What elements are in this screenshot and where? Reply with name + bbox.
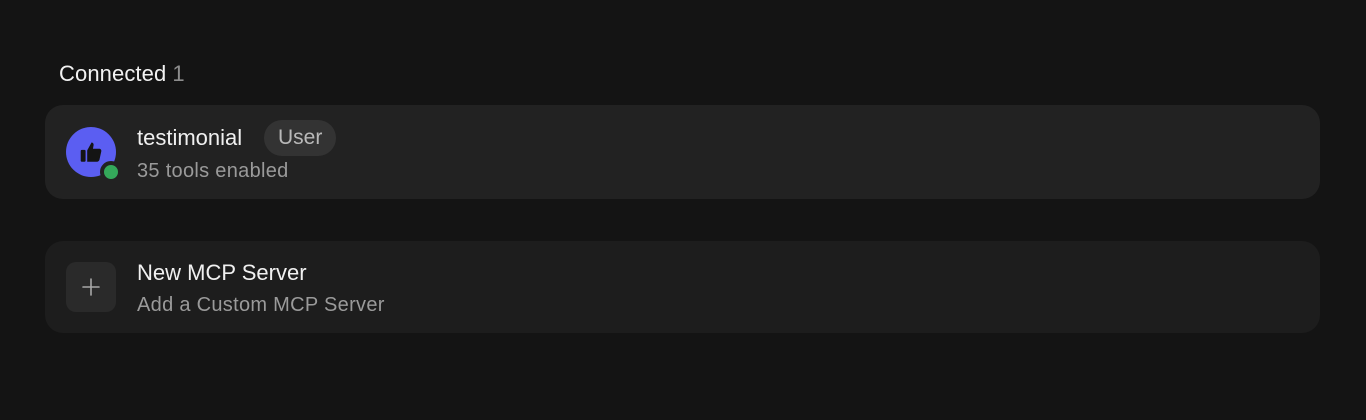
server-tools-count: 35 tools enabled [137,160,289,182]
connected-count: 1 [172,61,185,86]
connected-status-indicator [100,161,122,183]
new-mcp-server-card[interactable] [45,241,1320,333]
connected-title: Connected [59,61,167,86]
server-card-testimonial[interactable] [45,105,1320,199]
connected-section-header: Connected 1 [59,60,185,88]
user-scope-badge: User [264,120,337,156]
plus-icon [82,278,100,296]
mcp-servers-panel: Connected 1 testimonial User 35 tools ena… [0,0,1366,420]
thumbs-up-icon [80,142,102,162]
add-server-button[interactable] [66,262,116,312]
server-name: testimonial [137,125,243,150]
new-server-title: New MCP Server [137,260,307,285]
new-server-subtitle: Add a Custom MCP Server [137,294,385,316]
